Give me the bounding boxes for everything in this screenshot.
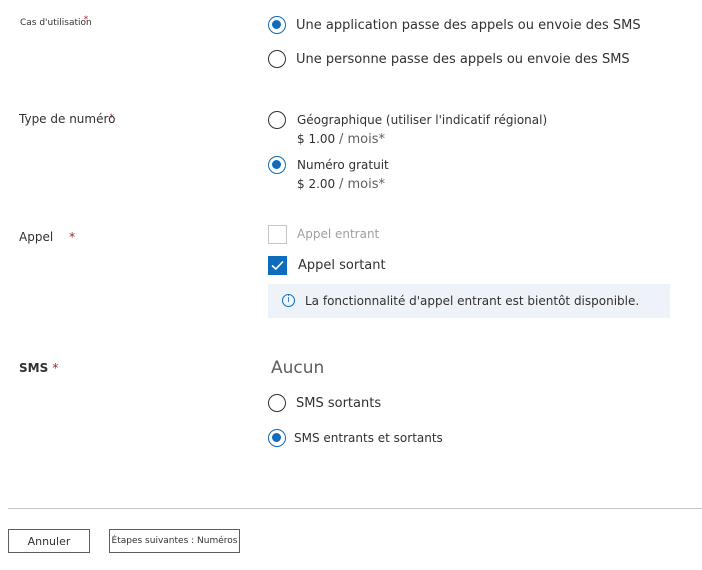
usage-option-app[interactable]: Une application passe des appels ou envo…	[296, 18, 641, 33]
usage-radio-person[interactable]	[268, 50, 286, 68]
sms-radio-outbound[interactable]	[268, 394, 286, 412]
number-type-option-tollfree[interactable]: Numéro gratuit	[297, 158, 389, 172]
usage-label-text: Cas d'utilisation	[20, 18, 92, 28]
next-steps-button[interactable]: Étapes suivantes : Numéros	[109, 529, 240, 553]
tollfree-price-unit: / mois*	[339, 177, 386, 192]
outbound-call-checkbox[interactable]	[268, 256, 287, 275]
sms-heading: Aucun	[271, 358, 325, 378]
sms-label-text: SMS	[19, 361, 49, 375]
inbound-info-text: La fonctionnalité d'appel entrant est bi…	[305, 294, 640, 308]
sms-option-outbound[interactable]: SMS sortants	[296, 396, 381, 411]
usage-option-person[interactable]: Une personne passe des appels ou envoie …	[296, 52, 630, 67]
info-icon: i	[282, 294, 295, 307]
inbound-call-checkbox[interactable]	[268, 225, 287, 244]
checkmark-icon	[271, 260, 284, 271]
usage-label: Cas d'utilisation*	[20, 15, 96, 28]
usage-required-mark: *	[83, 15, 89, 25]
sms-required-mark: *	[52, 361, 59, 375]
number-type-label-text: Type de numéro	[19, 112, 116, 126]
inbound-info-banner: i La fonctionnalité d'appel entrant est …	[268, 284, 670, 318]
calling-required-mark: *	[69, 230, 76, 244]
usage-radio-app[interactable]	[268, 16, 286, 34]
sms-radio-inbound-outbound[interactable]	[268, 429, 286, 447]
number-type-label: Type de numéro*	[19, 112, 120, 126]
geographic-price-unit: / mois*	[339, 132, 386, 147]
cancel-button[interactable]: Annuler	[8, 529, 90, 553]
tollfree-price-value: $ 2.00	[297, 177, 336, 191]
tollfree-price: $ 2.00 / mois*	[297, 177, 385, 192]
sms-label: SMS *	[19, 361, 58, 375]
number-type-radio-tollfree[interactable]	[268, 156, 286, 174]
calling-label-text: Appel	[19, 230, 54, 244]
geographic-price: $ 1.00 / mois*	[297, 132, 385, 147]
number-type-radio-geographic[interactable]	[268, 111, 286, 129]
sms-option-inbound-outbound[interactable]: SMS entrants et sortants	[294, 431, 443, 445]
geographic-price-value: $ 1.00	[297, 132, 336, 146]
outbound-call-label[interactable]: Appel sortant	[298, 258, 386, 273]
number-type-required-mark: *	[109, 113, 115, 123]
calling-label: Appel *	[19, 230, 75, 244]
footer-divider	[8, 508, 702, 509]
inbound-call-label: Appel entrant	[297, 227, 380, 241]
number-type-option-geographic[interactable]: Géographique (utiliser l'indicatif régio…	[297, 113, 547, 127]
